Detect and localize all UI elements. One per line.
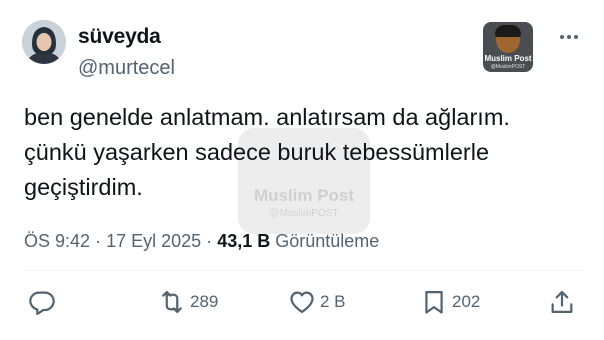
retweet-icon	[162, 290, 182, 314]
retweet-button[interactable]: 289	[158, 286, 218, 318]
divider	[24, 270, 584, 271]
tweet-text-line: ben genelde anlatmam. anlatırsam da ağla…	[24, 104, 510, 130]
handle[interactable]: @murtecel	[78, 57, 175, 80]
more-options-button[interactable]	[552, 22, 586, 52]
more-dot-icon	[567, 35, 571, 39]
views-label: Görüntüleme	[275, 231, 380, 251]
badge-subtitle: @MuslimPOST	[490, 64, 526, 70]
tweet-card: süveyda @murtecel Muslim Post @MuslimPOS…	[0, 0, 604, 340]
heart-icon	[290, 291, 314, 314]
tweet-meta: ÖS 9:42 · 17 Eyl 2025 · 43,1 B Görüntüle…	[24, 231, 379, 252]
source-badge[interactable]: Muslim Post @MuslimPOST	[483, 22, 533, 72]
avatar-image	[22, 20, 66, 64]
avatar[interactable]	[22, 20, 66, 64]
more-dot-icon	[560, 35, 564, 39]
share-icon	[551, 290, 573, 314]
tweet-text: ben genelde anlatmam. anlatırsam da ağla…	[24, 100, 594, 205]
bookmark-count: 202	[452, 292, 481, 311]
more-dot-icon	[574, 35, 578, 39]
reply-button[interactable]	[28, 286, 56, 318]
display-name[interactable]: süveyda	[78, 25, 161, 49]
views-count: 43,1 B	[217, 231, 271, 251]
tweet-text-line: çünkü yaşarken sadece buruk tebessümlerl…	[24, 139, 490, 165]
meta-separator: ·	[95, 231, 102, 251]
meta-separator: ·	[206, 231, 213, 251]
reply-icon	[29, 291, 55, 316]
post-time[interactable]: ÖS 9:42	[24, 231, 90, 251]
bookmark-icon	[425, 290, 443, 314]
share-button[interactable]	[548, 286, 576, 318]
like-button[interactable]: 2 B	[288, 286, 346, 318]
badge-title: Muslim Post	[484, 54, 532, 63]
bookmark-button[interactable]: 202	[420, 286, 480, 318]
watermark-subtitle: @MuslimPOST	[269, 208, 339, 219]
like-count: 2 B	[320, 292, 346, 311]
retweet-count: 289	[190, 292, 219, 311]
badge-hair-image	[495, 25, 521, 37]
tweet-text-line: geçiştirdim.	[24, 174, 143, 200]
post-date[interactable]: 17 Eyl 2025	[106, 231, 201, 251]
